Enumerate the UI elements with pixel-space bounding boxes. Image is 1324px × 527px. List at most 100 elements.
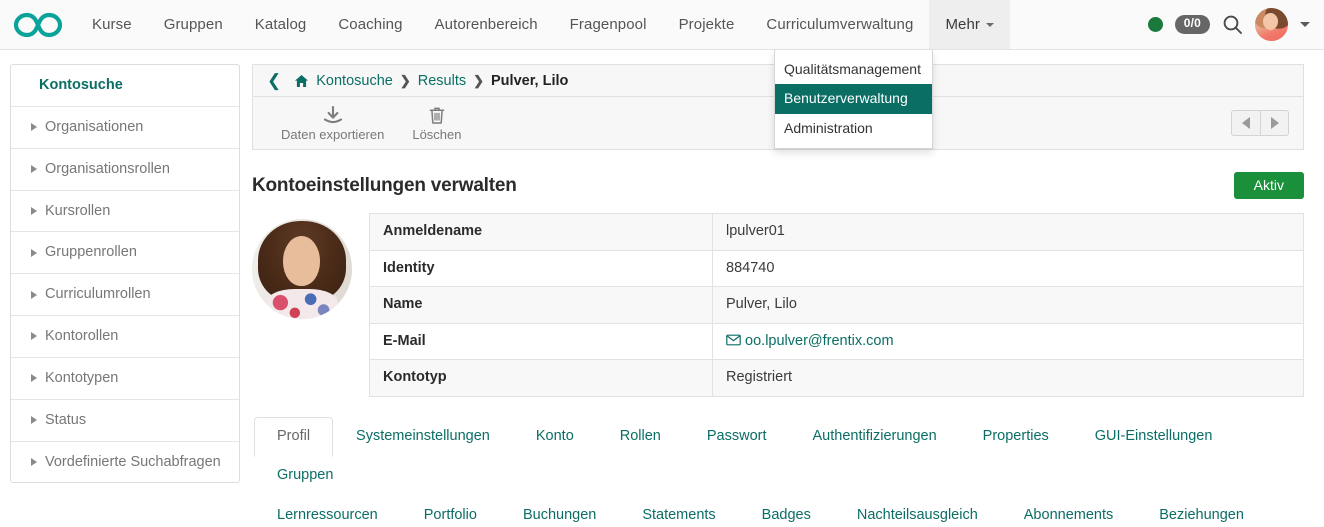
nav-item-mehr[interactable]: Mehr [929, 0, 1011, 49]
email-link[interactable]: oo.lpulver@frentix.com [745, 333, 894, 349]
profile-summary: Anmeldename lpulver01 Identity 884740 Na… [252, 213, 1304, 397]
sidebar-item-gruppenrollen[interactable]: Gruppenrollen [11, 232, 239, 275]
nav-item-coaching[interactable]: Coaching [322, 0, 418, 49]
avatar[interactable] [1255, 8, 1288, 41]
nav-item-fragenpool[interactable]: Fragenpool [554, 0, 663, 49]
home-icon[interactable] [294, 74, 309, 88]
triangle-right-icon [31, 248, 37, 257]
tab-bar: Profil Systemeinstellungen Konto Rollen … [252, 416, 1304, 527]
row-key: Kontotyp [369, 359, 713, 397]
menu-item-administration[interactable]: Administration [775, 114, 932, 143]
triangle-right-icon [31, 290, 37, 299]
tab-abonnements[interactable]: Abonnements [1001, 496, 1136, 527]
sidebar-item-curriculumrollen[interactable]: Curriculumrollen [11, 274, 239, 317]
sidebar-item-label: Gruppenrollen [45, 244, 137, 261]
breadcrumb-item-current: Pulver, Lilo [491, 72, 569, 89]
sidebar-item-organisationsrollen[interactable]: Organisationsrollen [11, 149, 239, 191]
triangle-right-icon [31, 374, 37, 383]
row-value: 884740 [712, 249, 1304, 288]
tab-rollen[interactable]: Rollen [597, 417, 684, 457]
row-value-email: oo.lpulver@frentix.com [712, 322, 1304, 361]
envelope-icon [726, 333, 745, 349]
menu-item-qualitaetsmanagement[interactable]: Qualitätsmanagement [775, 55, 932, 84]
breadcrumb-item-results[interactable]: Results [418, 73, 466, 89]
brand-logo[interactable] [0, 0, 76, 49]
sidebar-item-label: Vordefinierte Suchabfragen [45, 453, 221, 470]
sidebar-item-kontorollen[interactable]: Kontorollen [11, 316, 239, 358]
tab-systemeinstellungen[interactable]: Systemeinstellungen [333, 417, 513, 457]
previous-record-button[interactable] [1232, 111, 1260, 135]
sidebar-item-kontosuche[interactable]: Kontosuche [11, 65, 239, 107]
page-title: Kontoeinstellungen verwalten [252, 174, 517, 196]
assessment-counter-badge[interactable]: 0/0 [1174, 15, 1210, 34]
table-row: Anmeldename lpulver01 [369, 213, 1304, 251]
online-status-icon[interactable] [1147, 17, 1163, 32]
sidebar-item-label: Kontorollen [45, 328, 119, 345]
nav-label: Mehr [945, 16, 981, 33]
delete-button[interactable]: Löschen [398, 105, 475, 142]
status-badge[interactable]: Aktiv [1233, 172, 1304, 199]
sidebar-item-organisationen[interactable]: Organisationen [11, 107, 239, 149]
nav-label: Autorenbereich [434, 16, 538, 33]
nav-item-projekte[interactable]: Projekte [663, 0, 751, 49]
nav-label: Coaching [338, 16, 403, 33]
triangle-right-icon [31, 206, 37, 215]
nav-item-autorenbereich[interactable]: Autorenbereich [419, 0, 554, 49]
sidebar-item-label: Kontosuche [39, 77, 123, 93]
nav-label: Curriculumverwaltung [766, 16, 914, 33]
portrait-face [283, 236, 320, 286]
tab-statements[interactable]: Statements [619, 496, 738, 527]
chevron-down-icon [986, 22, 995, 27]
tab-gruppen[interactable]: Gruppen [254, 456, 356, 496]
nav-item-curriculumverwaltung[interactable]: Curriculumverwaltung [750, 0, 929, 49]
tab-gui-einstellungen[interactable]: GUI-Einstellungen [1072, 417, 1236, 457]
mehr-dropdown-menu: Qualitätsmanagement Benutzerverwaltung A… [774, 50, 933, 149]
delete-label: Löschen [412, 126, 462, 142]
sidebar-item-status[interactable]: Status [11, 400, 239, 442]
nav-label: Gruppen [163, 16, 223, 33]
nav-item-gruppen[interactable]: Gruppen [148, 0, 239, 49]
breadcrumb-item-kontosuche[interactable]: Kontosuche [316, 73, 393, 89]
nav-item-kurse[interactable]: Kurse [76, 0, 148, 49]
next-record-button[interactable] [1260, 111, 1288, 135]
export-data-button[interactable]: Daten exportieren [267, 105, 398, 142]
sidebar-item-kontotypen[interactable]: Kontotypen [11, 358, 239, 400]
triangle-right-icon [31, 332, 37, 341]
tab-nachteilsausgleich[interactable]: Nachteilsausgleich [834, 496, 1001, 527]
tab-passwort[interactable]: Passwort [684, 417, 790, 457]
sidebar-item-label: Status [45, 411, 87, 428]
navbar-right-tools: 0/0 [1147, 0, 1324, 49]
nav-item-list: Kurse Gruppen Katalog Coaching Autorenbe… [76, 0, 1011, 49]
table-row: E-Mail oo.lpulver@frentix.com [369, 322, 1304, 361]
tab-beziehungen[interactable]: Beziehungen [1136, 496, 1267, 527]
tab-profil[interactable]: Profil [254, 416, 334, 458]
tab-properties[interactable]: Properties [960, 417, 1072, 457]
tab-buchungen[interactable]: Buchungen [500, 496, 619, 527]
menu-item-benutzerverwaltung[interactable]: Benutzerverwaltung [775, 84, 932, 114]
triangle-right-icon [1270, 117, 1279, 129]
search-icon[interactable] [1222, 14, 1243, 35]
row-value: Registriert [712, 359, 1304, 397]
nav-item-katalog[interactable]: Katalog [239, 0, 323, 49]
tab-row-2: Lernressourcen Portfolio Buchungen State… [254, 496, 1304, 527]
trash-icon [428, 105, 446, 125]
sidebar-item-vordefinierte-suchabfragen[interactable]: Vordefinierte Suchabfragen [11, 442, 239, 483]
page-body: Kontosuche Organisationen Organisationsr… [0, 50, 1324, 527]
tab-badges[interactable]: Badges [739, 496, 834, 527]
back-button[interactable]: ❮ [267, 72, 281, 89]
tab-portfolio[interactable]: Portfolio [401, 496, 500, 527]
tab-row-1: Profil Systemeinstellungen Konto Rollen … [254, 416, 1304, 496]
infinity-logo-icon [14, 12, 62, 38]
table-row: Name Pulver, Lilo [369, 286, 1304, 324]
table-row: Identity 884740 [369, 249, 1304, 288]
sidebar-item-kursrollen[interactable]: Kursrollen [11, 191, 239, 233]
chevron-down-icon[interactable] [1300, 22, 1310, 27]
triangle-right-icon [31, 458, 37, 467]
tab-konto[interactable]: Konto [513, 417, 597, 457]
tab-authentifizierungen[interactable]: Authentifizierungen [790, 417, 960, 457]
row-value: Pulver, Lilo [712, 286, 1304, 324]
sidebar: Kontosuche Organisationen Organisationsr… [10, 64, 240, 484]
row-key: Anmeldename [369, 213, 713, 251]
tab-lernressourcen[interactable]: Lernressourcen [254, 496, 401, 527]
sidebar-item-label: Organisationsrollen [45, 160, 170, 177]
